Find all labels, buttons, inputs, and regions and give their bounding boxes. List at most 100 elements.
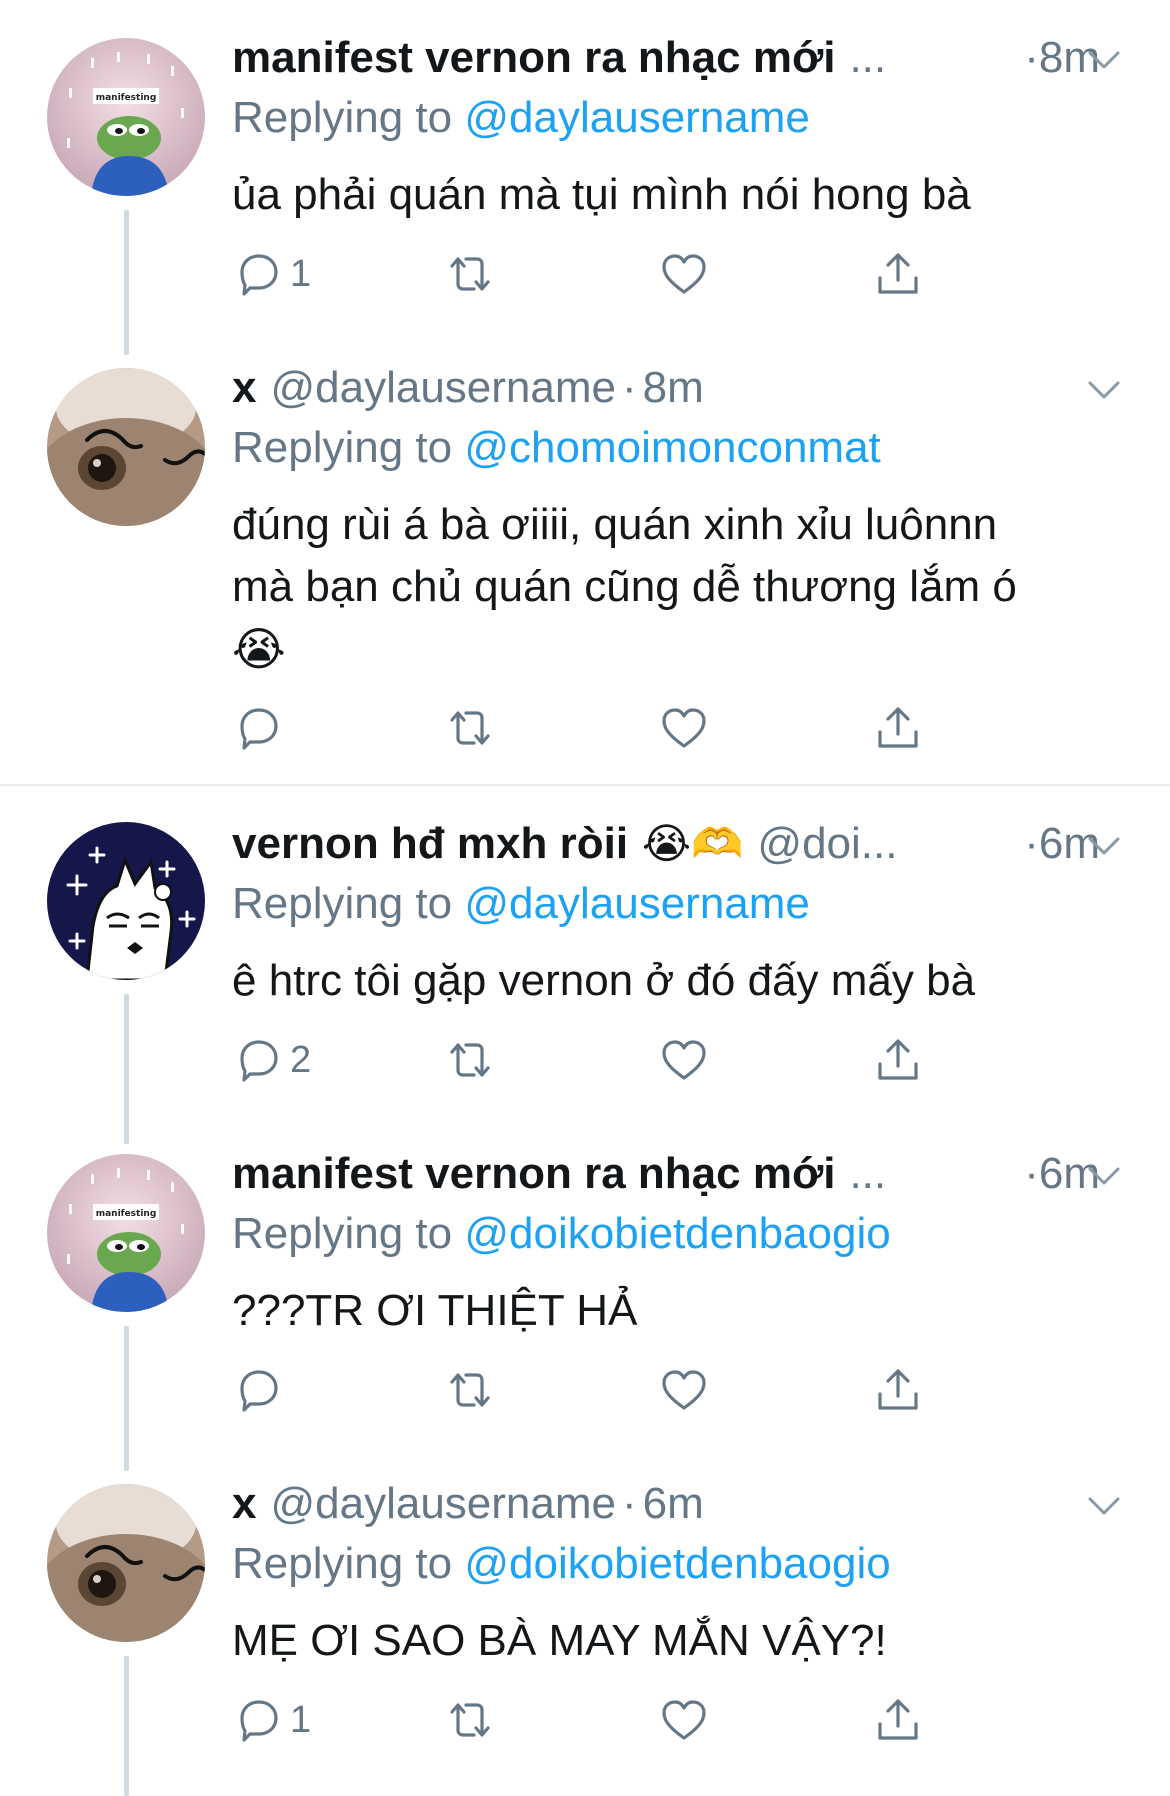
retweet-button[interactable] [444,698,496,758]
like-button[interactable] [658,1690,710,1750]
tweet-header: manifest vernon ra nhạc mới ... [232,1144,1110,1204]
timestamp[interactable]: 8m [643,358,704,418]
reply-icon [240,1370,278,1412]
handle[interactable]: @daylausername [270,1474,616,1534]
like-icon [662,1700,706,1740]
crying-emoji: 😭 [232,623,286,675]
reply-icon [240,254,278,296]
retweet-icon [450,1703,490,1737]
chevron-down-icon[interactable] [1084,40,1124,80]
mention-link[interactable]: @daylausername [464,879,810,928]
reply-icon [240,1040,278,1082]
tweet-text: MẸ ƠI SAO BÀ MAY MẮN VẬY?! [232,1616,887,1665]
retweet-icon [450,711,490,745]
reply-button[interactable]: 1 [232,244,311,304]
chevron-down-icon[interactable] [1084,370,1124,410]
like-button[interactable] [658,1360,710,1420]
tweet-5[interactable]: x @daylausername · 6m Replying to @doiko… [0,1446,1170,1796]
mention-link[interactable]: @daylausername [464,93,810,142]
replying-label: Replying to [232,423,453,472]
like-button[interactable] [658,1030,710,1090]
mention-link[interactable]: @doikobietdenbaogio [464,1209,890,1258]
tweet-actions: 1 [232,244,952,304]
reply-count: 1 [290,1698,312,1741]
tweet-text: đúng rùi á bà ơiiii, quán xinh xỉu luônn… [232,494,1112,680]
retweet-button[interactable] [444,1030,496,1090]
chevron-down-icon[interactable] [1084,826,1124,866]
retweet-button[interactable] [444,1360,496,1420]
reply-button[interactable] [232,698,290,758]
separator: · [1024,1149,1039,1198]
reply-button[interactable]: 1 [232,1690,311,1750]
display-name[interactable]: x [232,1474,256,1534]
like-icon [662,254,706,294]
reply-icon [240,1700,278,1742]
retweet-button[interactable] [444,1690,496,1750]
share-icon [878,1039,918,1080]
separator: · [1024,33,1039,82]
replying-to: Replying to @chomoimonconmat [232,418,881,478]
like-icon [662,1040,706,1080]
share-icon [878,1699,918,1740]
tweet-1[interactable]: manifesting manifest vernon ra nhạc mới … [0,0,1170,355]
share-icon [878,253,918,294]
share-button[interactable] [872,1030,924,1090]
display-name[interactable]: manifest vernon ra nhạc mới [232,28,835,88]
share-button[interactable] [872,244,924,304]
like-icon [662,1370,706,1410]
tweet-header: x @daylausername · 6m [232,1474,1110,1534]
replying-to: Replying to @doikobietdenbaogio [232,1204,891,1264]
avatar[interactable] [47,368,205,526]
retweet-icon [450,1373,490,1407]
share-button[interactable] [872,1690,924,1750]
replying-to: Replying to @daylausername [232,874,810,934]
like-button[interactable] [658,698,710,758]
avatar[interactable]: manifesting [47,38,205,196]
tweet-3[interactable]: vernon hđ mxh ròii 😭🫶 @doi... ·6m Replyi… [0,786,1170,1144]
display-name[interactable]: manifest vernon ra nhạc mới [232,1144,835,1204]
handle[interactable]: @doi... [757,814,897,874]
avatar-label: manifesting [96,1209,157,1219]
chevron-down-icon[interactable] [1084,1156,1124,1196]
share-button[interactable] [872,698,924,758]
reply-count: 2 [290,1038,312,1081]
avatar[interactable] [47,822,205,980]
share-icon [878,1369,918,1410]
mention-link[interactable]: @doikobietdenbaogio [464,1539,890,1588]
name-ellipsis: ... [849,33,887,82]
share-button[interactable] [872,1360,924,1420]
tweet-4[interactable]: manifesting manifest vernon ra nhạc mới … [0,1116,1170,1471]
avatar[interactable]: manifesting [47,1154,205,1312]
tweet-actions: 1 [232,1690,952,1750]
retweet-icon [450,257,490,291]
timestamp[interactable]: 6m [643,1474,704,1534]
replying-label: Replying to [232,1539,453,1588]
display-name[interactable]: vernon hđ mxh ròii [232,814,628,874]
tweet-actions [232,1360,952,1420]
like-button[interactable] [658,244,710,304]
separator: · [622,363,637,412]
replying-label: Replying to [232,879,453,928]
tweet-header: manifest vernon ra nhạc mới ... [232,28,1110,88]
name-ellipsis: ... [849,1149,887,1198]
replying-label: Replying to [232,93,453,142]
share-icon [878,707,918,748]
tweet-actions [232,698,952,758]
chevron-down-icon[interactable] [1084,1486,1124,1526]
tweet-text-line: mà bạn chủ quán cũng dễ thương lắm ó [232,562,1017,611]
retweet-button[interactable] [444,244,496,304]
like-icon [662,708,706,748]
display-name[interactable]: x [232,358,256,418]
tweet-2[interactable]: x @daylausername · 8m Replying to @chomo… [0,330,1170,785]
mention-link[interactable]: @chomoimonconmat [464,423,880,472]
avatar-label: manifesting [96,93,157,103]
handle[interactable]: @daylausername [270,358,616,418]
reply-button[interactable] [232,1360,290,1420]
avatar[interactable] [47,1484,205,1642]
reply-icon [240,708,278,750]
tweet-text: ê htrc tôi gặp vernon ở đó đấy mấy bà [232,956,976,1005]
tweet-header: x @daylausername · 8m [232,358,1110,418]
reply-button[interactable]: 2 [232,1030,311,1090]
separator: · [1024,819,1039,868]
replying-to: Replying to @daylausername [232,88,810,148]
